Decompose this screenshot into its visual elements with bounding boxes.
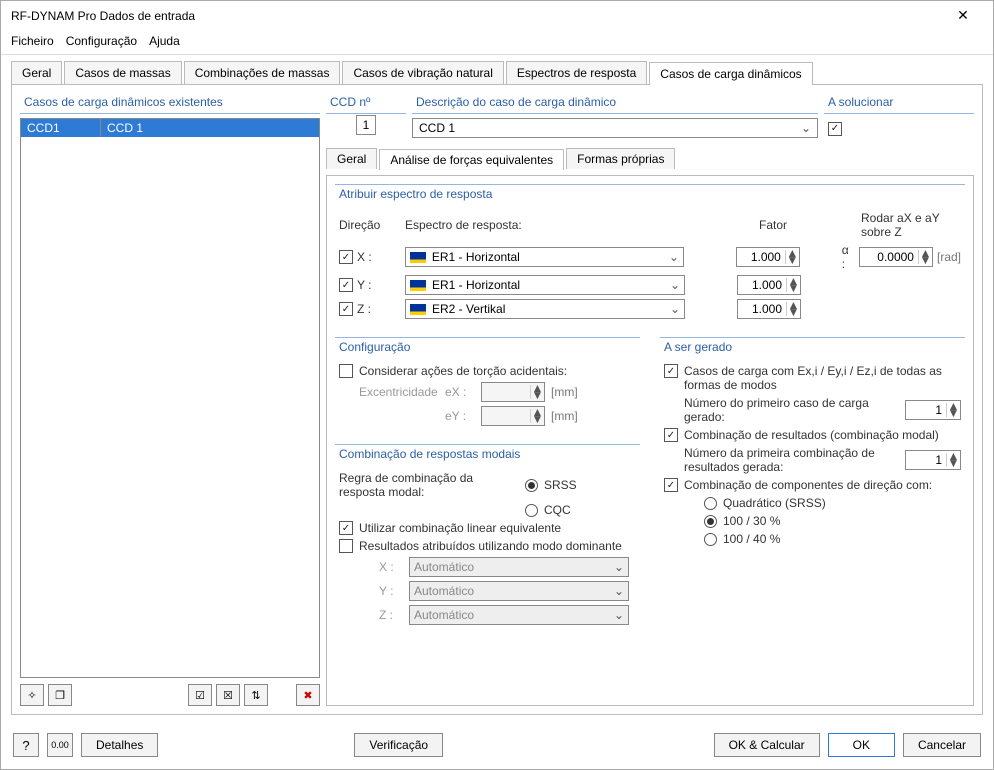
rotate-label-2: sobre Z	[861, 225, 902, 239]
chevron-down-icon[interactable]: ⌄	[670, 278, 680, 292]
details-button[interactable]: Detalhes	[81, 733, 158, 757]
subtab-mode-shapes[interactable]: Formas próprias	[566, 148, 675, 169]
ok-calculate-button[interactable]: OK & Calcular	[714, 733, 820, 757]
close-icon[interactable]: ✕	[943, 7, 983, 24]
help-button[interactable]: ?	[13, 733, 39, 757]
delete-button[interactable]: ✖	[296, 684, 320, 706]
desc-label: Descrição do caso de carga dinâmico	[412, 93, 818, 114]
ey-label: eY :	[445, 409, 475, 423]
list-item[interactable]: CCD1 CCD 1	[21, 119, 319, 137]
chevron-down-icon[interactable]: ⌄	[801, 121, 811, 135]
spectrum-y-select[interactable]: ER1 - Horizontal⌄	[405, 275, 685, 295]
togen-title: A ser gerado	[664, 338, 961, 360]
dominant-x-select: Automático⌄	[409, 557, 629, 577]
solve-checkbox[interactable]	[828, 122, 842, 136]
window-title: RF-DYNAM Pro Dados de entrada	[11, 9, 943, 23]
menu-help[interactable]: Ajuda	[149, 34, 180, 48]
first-lc-input[interactable]: ▲▼	[905, 400, 961, 420]
menu-config[interactable]: Configuração	[66, 34, 137, 48]
chevron-down-icon[interactable]: ⌄	[669, 250, 679, 264]
dir-y-label: Y :	[357, 278, 371, 292]
verification-button[interactable]: Verificação	[354, 733, 443, 757]
dir-x-checkbox[interactable]	[339, 250, 353, 264]
srss-radio[interactable]	[525, 479, 538, 492]
eu-flag-icon	[410, 280, 426, 291]
eu-flag-icon	[410, 304, 426, 315]
factor-z-input[interactable]: ▲▼	[737, 299, 801, 319]
dir-10040-radio[interactable]	[704, 533, 717, 546]
factor-header: Fator	[737, 218, 809, 232]
tab-response-spectra[interactable]: Espectros de resposta	[506, 61, 647, 84]
dir-10030-radio[interactable]	[704, 515, 717, 528]
ccd-no-input[interactable]: 1	[356, 115, 377, 135]
modal-title: Combinação de respostas modais	[339, 445, 636, 467]
list-item-desc: CCD 1	[101, 119, 319, 137]
tab-general[interactable]: Geral	[11, 61, 62, 84]
dir-x-label: X :	[357, 250, 372, 264]
existing-cases-title: Casos de carga dinâmicos existentes	[20, 93, 320, 114]
dir-z-checkbox[interactable]	[339, 302, 353, 316]
new-button[interactable]: ✧	[20, 684, 44, 706]
ok-button[interactable]: OK	[828, 733, 895, 757]
config-title: Configuração	[339, 338, 636, 360]
dominant-y-select: Automático⌄	[409, 581, 629, 601]
units-button[interactable]: 0.00	[47, 733, 73, 757]
torsion-checkbox[interactable]	[339, 364, 353, 378]
gen-lc-checkbox[interactable]	[664, 364, 678, 378]
ccd-no-label: CCD nº	[326, 93, 406, 114]
copy-button[interactable]: ❐	[48, 684, 72, 706]
menu-file[interactable]: Ficheiro	[11, 34, 54, 48]
dir-y-checkbox[interactable]	[339, 278, 353, 292]
torsion-label: Considerar ações de torção acidentais:	[359, 364, 567, 378]
spectrum-x-select[interactable]: ER1 - Horizontal⌄	[405, 247, 684, 267]
assign-title: Atribuir espectro de resposta	[339, 185, 961, 207]
ey-unit: [mm]	[551, 409, 578, 423]
ex-unit: [mm]	[551, 385, 578, 399]
list-item-no: CCD1	[21, 119, 101, 137]
rule-label: Regra de combinação da resposta modal:	[339, 471, 519, 499]
tab-mass-combos[interactable]: Combinações de massas	[184, 61, 341, 84]
alpha-input[interactable]: ▲▼	[859, 247, 933, 267]
uncheck-all-button[interactable]: ☒	[216, 684, 240, 706]
alpha-unit: [rad]	[937, 250, 961, 264]
tab-dynamic-load-cases[interactable]: Casos de carga dinâmicos	[649, 62, 812, 85]
sort-button[interactable]: ⇅	[244, 684, 268, 706]
gen-dir-checkbox[interactable]	[664, 478, 678, 492]
cancel-button[interactable]: Cancelar	[903, 733, 981, 757]
existing-cases-list[interactable]: CCD1 CCD 1	[20, 118, 320, 678]
dominant-checkbox[interactable]	[339, 539, 353, 553]
dominant-z-select: Automático⌄	[409, 605, 629, 625]
factor-y-input[interactable]: ▲▼	[737, 275, 801, 295]
tab-mass-cases[interactable]: Casos de massas	[64, 61, 181, 84]
dir-quad-radio[interactable]	[704, 497, 717, 510]
spectrum-z-select[interactable]: ER2 - Vertikal⌄	[405, 299, 685, 319]
ecc-label: Excentricidade	[359, 385, 439, 399]
ey-input: ▲▼	[481, 406, 545, 426]
dir-header: Direção	[339, 218, 399, 232]
rotate-label-1: Rodar aX e aY	[861, 211, 940, 225]
ex-label: eX :	[445, 385, 475, 399]
chevron-down-icon[interactable]: ⌄	[670, 302, 680, 316]
spectrum-header: Espectro de resposta:	[405, 218, 685, 232]
check-all-button[interactable]: ☑	[188, 684, 212, 706]
solve-label: A solucionar	[824, 93, 974, 114]
subtab-equivalent-forces[interactable]: Análise de forças equivalentes	[379, 149, 564, 170]
subtab-general[interactable]: Geral	[326, 148, 377, 169]
dir-z-label: Z :	[357, 302, 371, 316]
alpha-label: α :	[842, 243, 855, 271]
cqc-radio[interactable]	[525, 504, 538, 517]
linear-checkbox[interactable]	[339, 521, 353, 535]
ex-input: ▲▼	[481, 382, 545, 402]
eu-flag-icon	[410, 252, 426, 263]
desc-input[interactable]: CCD 1⌄	[412, 118, 818, 138]
factor-x-input[interactable]: ▲▼	[736, 247, 800, 267]
gen-rc-checkbox[interactable]	[664, 428, 678, 442]
first-rc-input[interactable]: ▲▼	[905, 450, 961, 470]
tab-natural-vib[interactable]: Casos de vibração natural	[342, 61, 503, 84]
